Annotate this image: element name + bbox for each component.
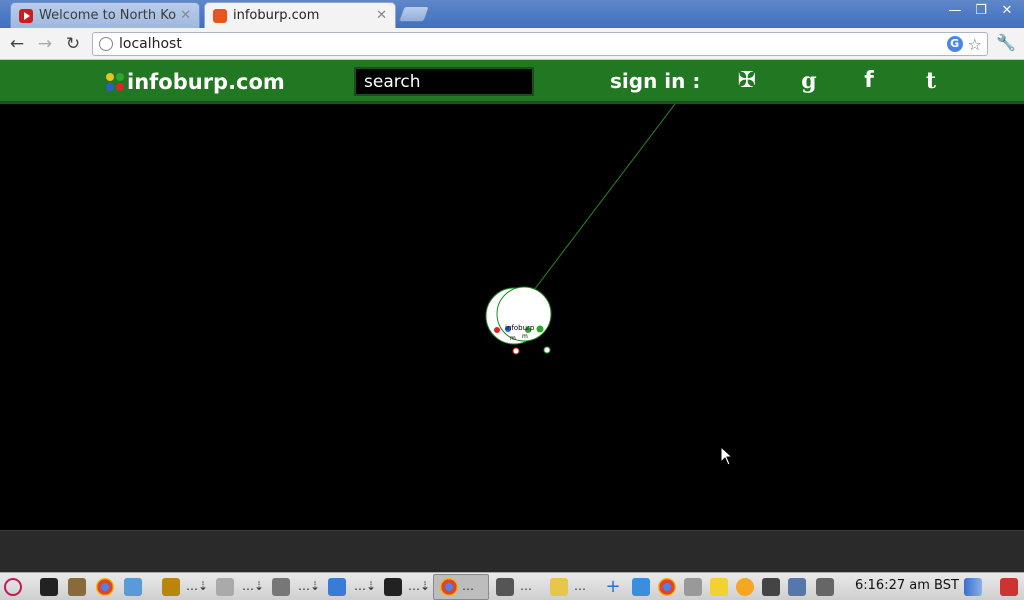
logo-text: infoburp.com — [127, 70, 285, 94]
tool-icon[interactable] — [684, 578, 702, 596]
signal-icon[interactable] — [964, 578, 982, 596]
handle-red-icon[interactable] — [512, 347, 520, 355]
debian-menu-icon[interactable] — [4, 578, 22, 596]
tab-title: Welcome to North Korea — [39, 8, 177, 23]
dropbox-icon[interactable] — [632, 578, 650, 596]
devices-icon[interactable] — [788, 578, 806, 596]
logo-dots-icon — [106, 73, 124, 91]
network-icon[interactable] — [762, 578, 780, 596]
taskbar-item[interactable]: … — [462, 579, 474, 593]
reload-icon[interactable]: ↻ — [62, 33, 84, 55]
logout-icon[interactable] — [1000, 578, 1018, 596]
sign-in-label: sign in : — [610, 69, 701, 93]
back-icon[interactable]: ← — [6, 33, 28, 55]
close-icon[interactable]: ✕ — [180, 8, 191, 23]
taskbar-item[interactable]: … — [520, 579, 532, 593]
display-icon[interactable] — [816, 578, 834, 596]
minimize-icon[interactable]: — — [944, 3, 966, 21]
graph-svg[interactable]: infoburp m m — [0, 104, 1024, 530]
taskbar-item[interactable]: …⇣ — [242, 579, 264, 593]
app-icon[interactable] — [328, 578, 346, 596]
system-taskbar: …⇣ …⇣ …⇣ …⇣ …⇣ … … … + 6:16:27 am BST — [0, 572, 1024, 600]
handle-green-icon[interactable] — [543, 346, 551, 354]
close-window-icon[interactable]: ✕ — [996, 3, 1018, 21]
site-header: infoburp.com sign in : ✠ g f t — [0, 60, 1024, 104]
chrome-icon[interactable] — [96, 578, 114, 596]
taskbar-item[interactable]: …⇣ — [186, 579, 208, 593]
wrench-menu-icon[interactable]: 🔧 — [996, 33, 1016, 52]
terminal-icon[interactable] — [40, 578, 58, 596]
forward-icon[interactable]: → — [34, 33, 56, 55]
calculator-icon[interactable] — [496, 578, 514, 596]
taskbar-item[interactable]: …⇣ — [408, 579, 430, 593]
window-controls: — ❐ ✕ — [944, 3, 1018, 21]
new-tab-button[interactable] — [398, 6, 430, 22]
taskbar-item[interactable]: …⇣ — [354, 579, 376, 593]
app-icon[interactable] — [272, 578, 290, 596]
google-search-icon[interactable]: G — [946, 36, 963, 52]
facebook-icon[interactable]: f — [856, 68, 882, 96]
app-icon[interactable] — [216, 578, 234, 596]
search-input[interactable] — [354, 67, 534, 96]
tab-north-korea[interactable]: Welcome to North Korea ✕ — [10, 2, 200, 28]
node-label: infoburp — [505, 324, 535, 332]
tab-title: infoburp.com — [233, 8, 320, 23]
youtube-icon — [19, 8, 33, 23]
terminal-icon[interactable] — [384, 578, 402, 596]
status-bar — [0, 530, 1024, 572]
mouse-cursor-icon — [720, 446, 734, 466]
tab-infoburp[interactable]: infoburp.com ✕ — [204, 2, 396, 28]
notes-icon[interactable] — [710, 578, 728, 596]
site-logo[interactable]: infoburp.com — [106, 70, 285, 94]
graph-canvas[interactable]: infoburp m m — [0, 104, 1024, 530]
close-icon[interactable]: ✕ — [376, 8, 387, 23]
chrome-icon[interactable] — [440, 578, 458, 596]
graph-link — [533, 104, 676, 291]
infoburp-icon — [213, 8, 227, 23]
node-mark-icon: m — [510, 335, 516, 342]
paint-icon[interactable] — [68, 578, 86, 596]
restore-icon[interactable]: ❐ — [970, 3, 992, 21]
refresh-app-icon[interactable] — [124, 578, 142, 596]
add-icon[interactable]: + — [604, 578, 622, 596]
taskbar-item[interactable]: …⇣ — [298, 579, 320, 593]
bookmark-star-icon[interactable]: ☆ — [968, 35, 982, 54]
tumblr-icon[interactable]: t — [918, 68, 944, 96]
address-bar[interactable]: localhost G ☆ — [92, 32, 988, 56]
node-mark-icon: m — [522, 333, 528, 340]
google-icon[interactable]: g — [796, 68, 822, 96]
openid-icon[interactable]: ✠ — [734, 68, 760, 96]
editor-icon[interactable] — [550, 578, 568, 596]
url-text[interactable]: localhost — [119, 36, 947, 52]
weather-icon[interactable] — [736, 578, 754, 596]
node-dot-icon — [494, 327, 500, 333]
tab-strip: Welcome to North Korea ✕ infoburp.com ✕ … — [0, 0, 1024, 28]
globe-icon — [99, 37, 113, 51]
archive-icon[interactable] — [162, 578, 180, 596]
taskbar-item[interactable]: … — [574, 579, 586, 593]
taskbar-clock[interactable]: 6:16:27 am BST — [855, 578, 959, 593]
chrome-icon[interactable] — [658, 578, 676, 596]
browser-toolbar: ← → ↻ localhost G ☆ 🔧 — [0, 28, 1024, 60]
node-dot-icon — [536, 325, 544, 333]
